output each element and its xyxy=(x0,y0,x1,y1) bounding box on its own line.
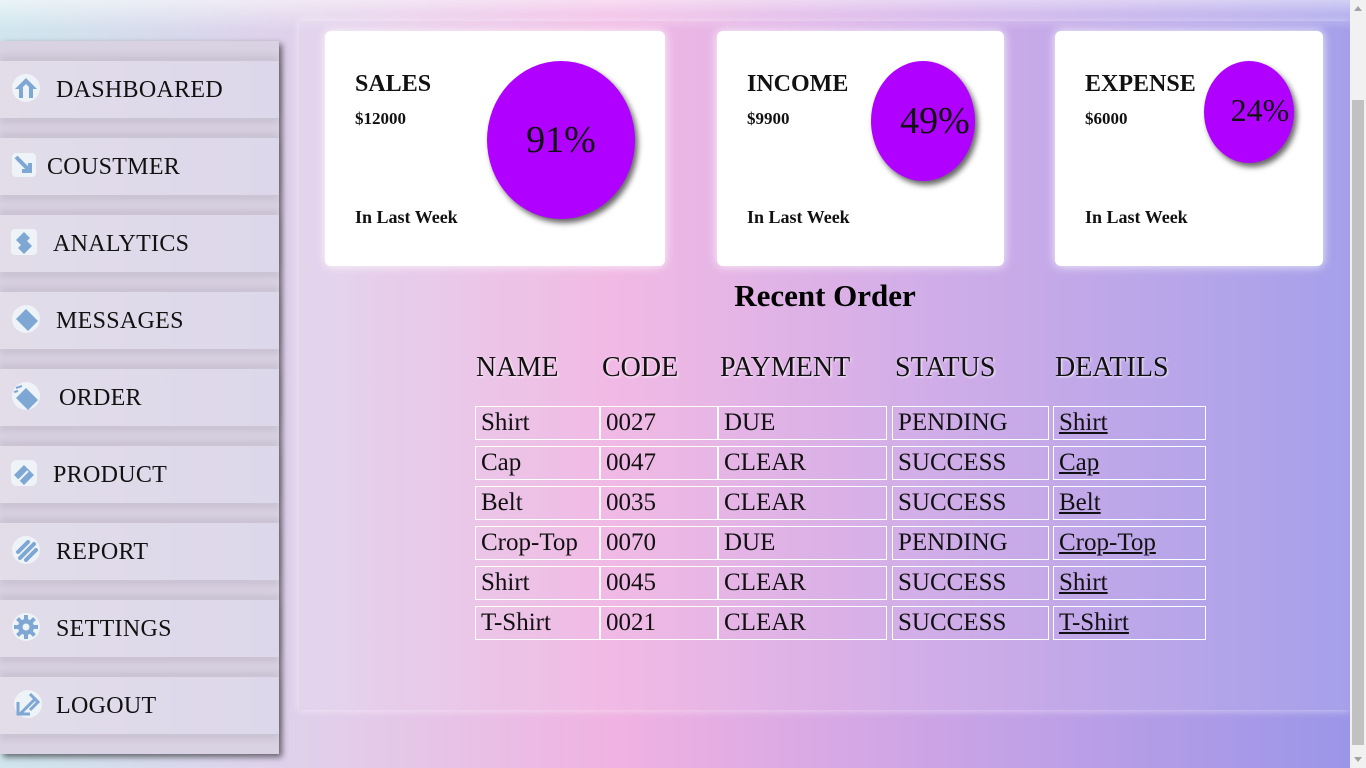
table-cell-name: Belt xyxy=(475,486,600,520)
sales-card: SALES $12000 In Last Week 91% xyxy=(325,31,665,266)
table-cell-status: SUCCESS xyxy=(892,606,1049,640)
table-cell-payment: CLEAR xyxy=(718,486,887,520)
table-cell-details: Cap xyxy=(1053,446,1206,480)
sidebar-item-label: SETTINGS xyxy=(56,616,172,642)
income-card: INCOME $9900 In Last Week 49% xyxy=(717,31,1004,266)
table-cell-name: Crop-Top xyxy=(475,526,600,560)
sidebar-item-label: REPORT xyxy=(56,539,149,565)
sidebar: DASHBOARED COUSTMER ANALYTICS MESSAGES O… xyxy=(0,41,279,754)
table-cell-status: PENDING xyxy=(892,526,1049,560)
header-name: NAME xyxy=(476,352,559,383)
details-link[interactable]: Belt xyxy=(1059,489,1101,516)
sidebar-item-product[interactable]: PRODUCT xyxy=(0,446,279,503)
table-cell-payment: CLEAR xyxy=(718,566,887,600)
table-cell-status: SUCCESS xyxy=(892,486,1049,520)
percent-circle: 49% xyxy=(871,61,975,181)
table-cell-payment: CLEAR xyxy=(718,606,887,640)
header-code: CODE xyxy=(602,352,679,383)
ticket-icon xyxy=(12,382,40,410)
table-cell-details: T-Shirt xyxy=(1053,606,1206,640)
sidebar-item-dashboared[interactable]: DASHBOARED xyxy=(0,61,279,118)
gear-icon xyxy=(12,613,40,641)
table-cell-code: 0070 xyxy=(600,526,718,560)
sidebar-item-messages[interactable]: MESSAGES xyxy=(0,292,279,349)
percent-value: 49% xyxy=(900,100,970,142)
header-payment: PAYMENT xyxy=(720,352,851,383)
table-cell-status: SUCCESS xyxy=(892,566,1049,600)
table-cell-status: PENDING xyxy=(892,406,1049,440)
table-cell-payment: DUE xyxy=(718,406,887,440)
table-cell-name: Shirt xyxy=(475,406,600,440)
sidebar-item-label: COUSTMER xyxy=(47,154,181,180)
sidebar-item-label: ORDER xyxy=(59,385,142,411)
details-link[interactable]: Shirt xyxy=(1059,409,1108,436)
table-cell-name: Shirt xyxy=(475,566,600,600)
details-link[interactable]: Shirt xyxy=(1059,569,1108,596)
table-cell-details: Crop-Top xyxy=(1053,526,1206,560)
card-amount: $9900 xyxy=(747,109,790,128)
expense-card: EXPENSE $6000 In Last Week 24% xyxy=(1055,31,1323,266)
logout-arrow-icon xyxy=(14,690,42,718)
percent-circle: 24% xyxy=(1204,61,1294,163)
percent-circle: 91% xyxy=(487,61,635,219)
percent-value: 91% xyxy=(526,119,596,161)
sidebar-item-label: DASHBOARED xyxy=(56,77,224,103)
card-title: SALES xyxy=(355,71,432,97)
card-amount: $6000 xyxy=(1085,109,1128,128)
stack-icon xyxy=(11,229,37,255)
table-cell-code: 0027 xyxy=(600,406,718,440)
details-link[interactable]: T-Shirt xyxy=(1059,609,1129,636)
sidebar-item-report[interactable]: REPORT xyxy=(0,523,279,580)
table-cell-name: T-Shirt xyxy=(475,606,600,640)
sidebar-item-logout[interactable]: LOGOUT xyxy=(0,677,279,734)
details-link[interactable]: Crop-Top xyxy=(1059,529,1156,556)
card-title: EXPENSE xyxy=(1085,71,1196,97)
sidebar-item-settings[interactable]: SETTINGS xyxy=(0,600,279,657)
table-cell-name: Cap xyxy=(475,446,600,480)
sidebar-item-order[interactable]: ORDER xyxy=(0,369,279,426)
sidebar-item-analytics[interactable]: ANALYTICS xyxy=(0,215,279,272)
label-icon xyxy=(11,460,37,486)
table-cell-status: SUCCESS xyxy=(892,446,1049,480)
sidebar-item-label: LOGOUT xyxy=(56,693,157,719)
scroll-thumb[interactable] xyxy=(1352,100,1364,745)
details-link[interactable]: Cap xyxy=(1059,449,1099,476)
table-cell-code: 0021 xyxy=(600,606,718,640)
table-cell-code: 0047 xyxy=(600,446,718,480)
table-cell-details: Shirt xyxy=(1053,406,1206,440)
stripes-icon xyxy=(12,536,40,564)
table-cell-details: Belt xyxy=(1053,486,1206,520)
table-cell-details: Shirt xyxy=(1053,566,1206,600)
card-period: In Last Week xyxy=(1085,207,1188,227)
tag-icon xyxy=(12,305,40,333)
card-period: In Last Week xyxy=(355,207,458,227)
scroll-up-arrow-icon[interactable] xyxy=(1354,6,1362,11)
table-cell-payment: CLEAR xyxy=(718,446,887,480)
table-cell-payment: DUE xyxy=(718,526,887,560)
sidebar-item-label: ANALYTICS xyxy=(53,231,190,257)
card-period: In Last Week xyxy=(747,207,850,227)
sidebar-item-label: PRODUCT xyxy=(53,462,168,488)
header-status: STATUS xyxy=(895,352,996,383)
table-cell-code: 0035 xyxy=(600,486,718,520)
scroll-down-arrow-icon[interactable] xyxy=(1354,757,1362,762)
percent-value: 24% xyxy=(1230,91,1290,128)
sidebar-item-label: MESSAGES xyxy=(56,308,184,334)
table-cell-code: 0045 xyxy=(600,566,718,600)
scrollbar[interactable] xyxy=(1350,0,1366,768)
recent-order-title: Recent Order xyxy=(734,278,916,313)
card-amount: $12000 xyxy=(355,109,406,128)
arrow-up-icon xyxy=(12,74,40,102)
sidebar-item-coustmer[interactable]: COUSTMER xyxy=(0,138,279,195)
card-title: INCOME xyxy=(747,71,849,97)
header-details: DEATILS xyxy=(1055,352,1169,383)
arrow-down-right-icon xyxy=(12,153,36,177)
